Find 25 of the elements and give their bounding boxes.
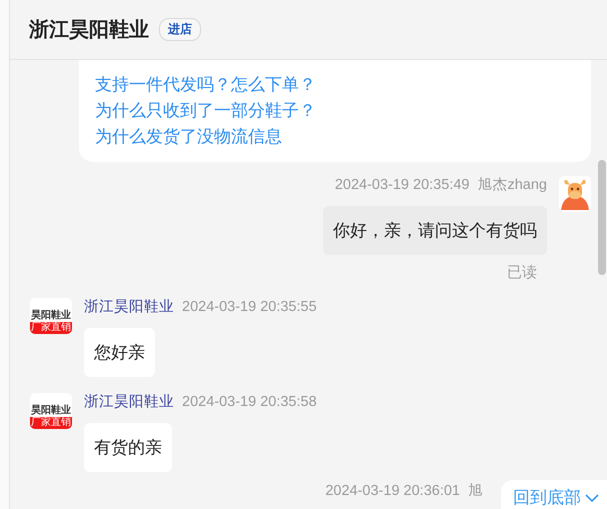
logo-text: 昊阳鞋业 [31, 310, 71, 322]
message-bubble: 你好，亲，请问这个有货吗 [323, 206, 547, 255]
sender-name: 浙江昊阳鞋业 [84, 298, 174, 316]
scrollbar[interactable] [598, 160, 606, 275]
message-bubble: 您好亲 [84, 328, 155, 377]
logo-text: 昊阳鞋业 [31, 405, 71, 417]
message-time: 2024-03-19 20:35:49 [334, 176, 470, 194]
message-bubble: 有货的亲 [84, 423, 172, 472]
visit-shop-button[interactable]: 进店 [159, 18, 201, 41]
logo-tag: 厂家直销 [30, 322, 72, 334]
sender-name: 浙江昊阳鞋业 [84, 393, 174, 411]
sender-name: 旭 [468, 482, 483, 500]
logo-tag: 厂家直销 [30, 417, 72, 429]
faq-link[interactable]: 为什么只收到了一部分鞋子？ [95, 98, 575, 124]
shop-name: 浙江昊阳鞋业 [29, 18, 149, 43]
chevron-down-icon [585, 492, 599, 502]
message-time: 2024-03-19 20:35:58 [182, 393, 317, 411]
message-time: 2024-03-19 20:35:55 [182, 298, 317, 316]
bull-avatar-icon [559, 176, 591, 212]
scroll-to-bottom-button[interactable]: 回到底部 [501, 480, 607, 509]
sender-name: 旭杰zhang [477, 176, 547, 194]
read-status: 已读 [507, 263, 537, 282]
message-time: 2024-03-19 20:36:01 [325, 482, 460, 500]
faq-link[interactable]: 支持一件代发吗？怎么下单？ [95, 72, 575, 98]
faq-link[interactable]: 为什么发货了没物流信息 [95, 124, 575, 150]
